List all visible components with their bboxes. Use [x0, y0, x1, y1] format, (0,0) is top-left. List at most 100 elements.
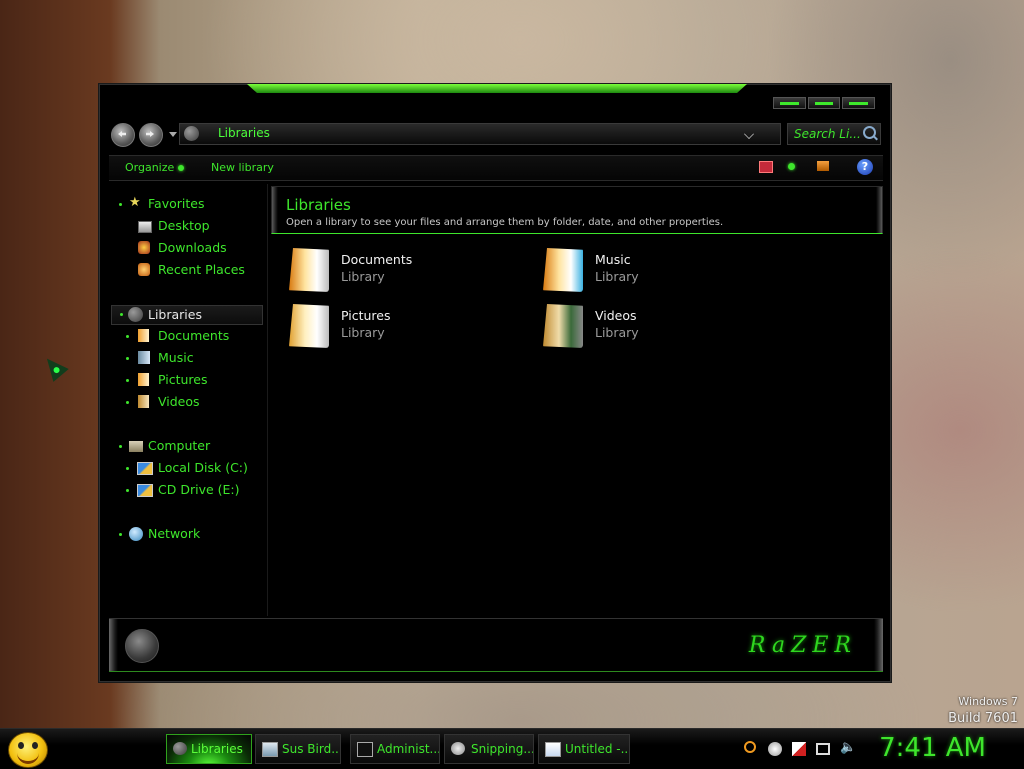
libraries-icon: [184, 126, 199, 141]
libraries-icon: [128, 307, 143, 322]
action-center-flag-icon[interactable]: [792, 742, 806, 756]
library-name: Music: [595, 252, 631, 267]
library-type: Library: [341, 269, 385, 284]
music-library-icon: [543, 248, 583, 292]
sidebar-item-label: Pictures: [158, 372, 208, 387]
library-name: Pictures: [341, 308, 391, 323]
taskbar-item-administrator[interactable]: Administ...: [350, 734, 440, 764]
clock[interactable]: 7:41 AM: [879, 733, 986, 763]
sidebar-item-music[interactable]: Music: [109, 350, 259, 368]
sidebar-item-pictures[interactable]: Pictures: [109, 372, 259, 390]
details-pane: RaZER: [109, 618, 883, 672]
sidebar-item-network[interactable]: Network: [109, 526, 259, 544]
pictures-icon: [138, 373, 149, 386]
expand-bullet-icon: [126, 357, 129, 360]
address-bar[interactable]: Libraries ⇆: [179, 123, 836, 145]
search-icon[interactable]: [863, 126, 876, 139]
library-name: Documents: [341, 252, 413, 267]
maximize-button[interactable]: [807, 97, 841, 109]
view-options-icon[interactable]: [759, 161, 773, 173]
downloads-icon: [138, 241, 150, 254]
sidebar-item-local-disk[interactable]: Local Disk (C:): [109, 460, 259, 478]
view-dropdown-icon[interactable]: [788, 163, 795, 170]
sidebar-item-label: Recent Places: [158, 262, 245, 277]
recent-places-icon: [138, 263, 150, 276]
library-music[interactable]: Music Library: [543, 248, 783, 298]
help-icon[interactable]: ?: [857, 159, 873, 175]
sidebar-item-label: Libraries: [148, 307, 202, 322]
library-type: Library: [595, 269, 639, 284]
taskbar-item-snipping[interactable]: Snipping...: [444, 734, 534, 764]
start-button[interactable]: [8, 732, 48, 768]
messenger-tray-icon[interactable]: [768, 742, 782, 756]
expand-bullet-icon: [119, 533, 122, 536]
local-disk-icon: [137, 462, 153, 475]
star-icon: ★: [129, 195, 141, 210]
content-pane: Libraries Open a library to see your fil…: [269, 184, 885, 614]
network-tray-icon[interactable]: [816, 743, 830, 755]
documents-icon: [138, 329, 149, 342]
notepad-icon: [545, 742, 561, 757]
volume-icon[interactable]: 🔈: [840, 740, 856, 755]
taskbar-item-libraries[interactable]: Libraries: [166, 734, 252, 764]
expand-bullet-icon: [126, 401, 129, 404]
expand-bullet-icon: [126, 379, 129, 382]
search-tray-icon[interactable]: [744, 741, 756, 753]
taskbar-item-sus-bird[interactable]: Sus Bird...: [255, 734, 341, 764]
libraries-orb-icon: [125, 629, 159, 663]
library-documents[interactable]: Documents Library: [289, 248, 529, 298]
videos-library-icon: [543, 304, 583, 348]
page-title: Libraries: [286, 196, 351, 214]
search-placeholder: Search Li...: [794, 127, 861, 141]
taskbar-item-label: Untitled -...: [565, 742, 630, 756]
close-button[interactable]: [842, 97, 876, 109]
taskbar: Libraries Sus Bird... Administ... Snippi…: [0, 728, 1024, 769]
sidebar-item-videos[interactable]: Videos: [109, 394, 259, 412]
taskbar-item-label: Administ...: [377, 742, 440, 756]
sidebar-item-computer[interactable]: Computer: [109, 438, 259, 456]
sidebar-item-libraries[interactable]: Libraries: [111, 305, 263, 325]
taskbar-item-label: Libraries: [191, 742, 243, 756]
libraries-header: Libraries Open a library to see your fil…: [271, 186, 883, 234]
preview-pane-icon[interactable]: [817, 161, 829, 171]
sidebar-item-label: Local Disk (C:): [158, 460, 248, 475]
sidebar-item-label: Music: [158, 350, 194, 365]
minimize-button[interactable]: [773, 97, 806, 109]
taskbar-item-untitled[interactable]: Untitled -...: [538, 734, 630, 764]
windows-build-watermark: Windows 7 Build 7601: [948, 693, 1018, 727]
sidebar-item-downloads[interactable]: Downloads: [109, 240, 259, 258]
desktop-icon: [138, 221, 152, 233]
explorer-window: Libraries ⇆ Search Li... Organize New li…: [98, 83, 892, 683]
title-bar-glow: [247, 84, 747, 93]
sidebar-item-recent-places[interactable]: Recent Places: [109, 262, 259, 280]
organize-label: Organize: [125, 161, 175, 174]
pictures-library-icon: [289, 304, 329, 348]
sidebar-item-desktop[interactable]: Desktop: [109, 218, 259, 236]
recent-pages-chevron-icon[interactable]: [169, 132, 177, 137]
organize-button[interactable]: Organize: [125, 161, 185, 174]
taskbar-item-label: Sus Bird...: [282, 742, 341, 756]
forward-button[interactable]: [139, 123, 163, 147]
application-icon: [262, 742, 278, 757]
sidebar-item-label: Network: [148, 526, 201, 541]
expand-bullet-icon: [120, 313, 123, 316]
new-library-button[interactable]: New library: [211, 161, 274, 174]
expand-bullet-icon: [119, 203, 122, 206]
library-pictures[interactable]: Pictures Library: [289, 304, 529, 354]
navigation-bar: Libraries ⇆ Search Li...: [111, 122, 883, 148]
sidebar-item-label: Favorites: [148, 196, 205, 211]
sidebar-item-label: Downloads: [158, 240, 227, 255]
sidebar-item-documents[interactable]: Documents: [109, 328, 259, 346]
build-number: Build 7601: [948, 711, 1018, 726]
taskbar-item-label: Snipping...: [471, 742, 534, 756]
address-dropdown-icon[interactable]: [744, 129, 754, 139]
sidebar-item-cd-drive[interactable]: CD Drive (E:): [109, 482, 259, 500]
navigation-pane: ★ Favorites Desktop Downloads Recent Pla…: [109, 184, 268, 616]
sidebar-item-label: Computer: [148, 438, 211, 453]
library-type: Library: [341, 325, 385, 340]
back-button[interactable]: [111, 123, 135, 147]
library-videos[interactable]: Videos Library: [543, 304, 783, 354]
search-box[interactable]: Search Li...: [787, 123, 881, 145]
sidebar-item-favorites[interactable]: ★ Favorites: [109, 195, 259, 214]
cd-drive-icon: [137, 484, 153, 497]
